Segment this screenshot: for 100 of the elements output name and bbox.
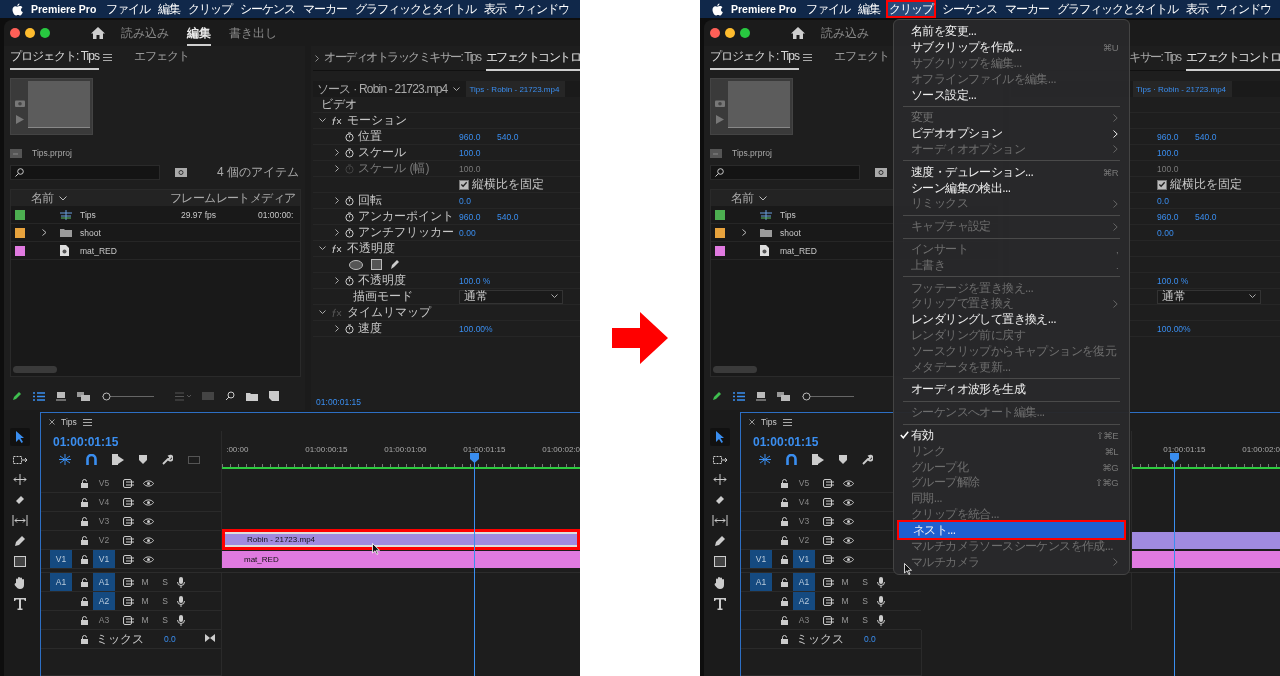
track-target[interactable]: A3 [93, 611, 115, 629]
icon-view-icon[interactable] [56, 391, 66, 401]
property-value[interactable]: 100.0 % [1157, 275, 1196, 286]
property-value[interactable]: 540.0 [1195, 131, 1234, 142]
track-target[interactable]: V3 [793, 512, 815, 530]
nest-toggle-icon[interactable] [59, 454, 71, 465]
sync-lock-icon[interactable] [823, 596, 835, 606]
blend-mode-dropdown[interactable]: 通常 [1157, 289, 1262, 304]
hand-icon[interactable] [714, 576, 726, 589]
menu-bar-item[interactable]: シーケンス [940, 1, 1000, 17]
sync-lock-icon[interactable] [823, 615, 835, 625]
menu-item[interactable]: レンダリングして置き換え... [897, 311, 1126, 328]
razor-icon[interactable] [714, 494, 726, 506]
app-name[interactable]: Premiere Pro [31, 3, 97, 15]
property-value[interactable]: 0.0 [1157, 195, 1196, 206]
rectangle-icon[interactable] [714, 556, 726, 567]
sync-lock-icon[interactable] [123, 516, 135, 526]
track-target[interactable]: A1 [93, 573, 115, 591]
property-value[interactable]: 0.0 [459, 195, 498, 206]
chevron-right-icon[interactable] [742, 229, 747, 236]
eye-icon[interactable] [843, 517, 854, 525]
lock-icon[interactable] [81, 577, 88, 587]
eye-icon[interactable] [143, 479, 154, 487]
sequence-tab[interactable]: Tips [761, 417, 777, 427]
sync-lock-icon[interactable] [123, 615, 135, 625]
panel-tab[interactable]: エフェクトコントロ [1185, 45, 1280, 71]
play-icon[interactable] [15, 115, 24, 124]
razor-icon[interactable] [14, 494, 26, 506]
chevron-down-icon[interactable] [758, 195, 767, 201]
magnet-icon[interactable] [786, 454, 797, 465]
apple-icon[interactable] [12, 2, 23, 16]
search-icon[interactable] [225, 391, 235, 401]
lock-icon[interactable] [781, 478, 788, 488]
scrollbar[interactable] [713, 366, 757, 373]
list-view-icon[interactable] [733, 391, 745, 401]
freeform-view-icon[interactable] [77, 391, 91, 401]
solo-button[interactable]: S [155, 577, 175, 587]
pencil-icon[interactable] [712, 391, 722, 401]
camera-icon[interactable] [14, 99, 25, 107]
playhead[interactable] [469, 453, 480, 676]
ripple-edit-icon[interactable] [713, 474, 727, 485]
column-header[interactable]: フレームレート [170, 189, 251, 207]
chevron-right-icon[interactable] [335, 197, 340, 204]
magnet-icon[interactable] [86, 454, 97, 465]
microphone-icon[interactable] [177, 595, 185, 607]
property-value[interactable]: 100.0 % [459, 275, 498, 286]
sequence-tab[interactable]: Tips [61, 417, 77, 427]
folder-search-icon[interactable] [875, 167, 887, 177]
clip[interactable] [1132, 532, 1280, 549]
sync-lock-icon[interactable] [823, 478, 835, 488]
solo-button[interactable]: S [855, 615, 875, 625]
minimize-button[interactable] [25, 28, 35, 38]
track-target[interactable]: V3 [93, 512, 115, 530]
solo-button[interactable]: S [855, 596, 875, 606]
zoom-slider[interactable] [802, 391, 854, 401]
item-name[interactable]: Tips [780, 209, 796, 220]
color-label[interactable] [715, 227, 725, 238]
lock-icon[interactable] [81, 535, 88, 545]
close-icon[interactable] [749, 419, 755, 425]
sync-lock-icon[interactable] [823, 497, 835, 507]
lock-icon[interactable] [781, 516, 788, 526]
menu-bar-item[interactable]: ウィンドウ [512, 1, 572, 17]
zoom-slider[interactable] [102, 391, 154, 401]
lock-icon[interactable] [781, 497, 788, 507]
mute-button[interactable]: M [135, 596, 155, 606]
app-name[interactable]: Premiere Pro [731, 3, 797, 15]
panel-tab[interactable]: プロジェクト: Tips [10, 44, 99, 70]
linked-selection-icon[interactable] [812, 454, 824, 465]
item-name[interactable]: shoot [780, 227, 801, 238]
source-clip-label[interactable]: ソース · Robin - 21723.mp4 [313, 80, 448, 98]
property-value[interactable]: 540.0 [497, 211, 536, 222]
playhead[interactable] [1169, 453, 1180, 676]
home-icon[interactable] [91, 27, 105, 39]
property-value[interactable]: 0.00 [1157, 227, 1196, 238]
property-value[interactable]: 960.0 [1157, 211, 1196, 222]
slip-icon[interactable] [712, 515, 728, 526]
maximize-button[interactable] [740, 28, 750, 38]
workspace-tab[interactable]: 読み込み [121, 20, 169, 46]
property-value[interactable]: 540.0 [497, 131, 536, 142]
source-patch[interactable]: A1 [750, 573, 772, 591]
sync-lock-icon[interactable] [823, 577, 835, 587]
panel-tab[interactable]: キサー: Tips [1129, 45, 1181, 71]
mix-volume-value[interactable]: 0.0 [164, 634, 176, 644]
mute-button[interactable]: M [835, 615, 855, 625]
workspace-tab[interactable]: 書き出し [229, 20, 277, 46]
menu-item[interactable]: 名前を変更... [897, 24, 1126, 40]
ellipse-mask-icon[interactable] [349, 259, 364, 270]
track-target[interactable]: A1 [793, 573, 815, 591]
sync-lock-icon[interactable] [823, 516, 835, 526]
linked-selection-icon[interactable] [112, 454, 124, 465]
chevron-right-icon[interactable] [335, 325, 340, 332]
eye-icon[interactable] [843, 536, 854, 544]
hand-icon[interactable] [14, 576, 26, 589]
sync-lock-icon[interactable] [123, 497, 135, 507]
microphone-icon[interactable] [177, 576, 185, 588]
microphone-icon[interactable] [177, 614, 185, 626]
chevron-down-icon[interactable] [453, 86, 461, 92]
microphone-icon[interactable] [877, 576, 885, 588]
maximize-button[interactable] [40, 28, 50, 38]
menu-icon[interactable] [802, 53, 812, 61]
